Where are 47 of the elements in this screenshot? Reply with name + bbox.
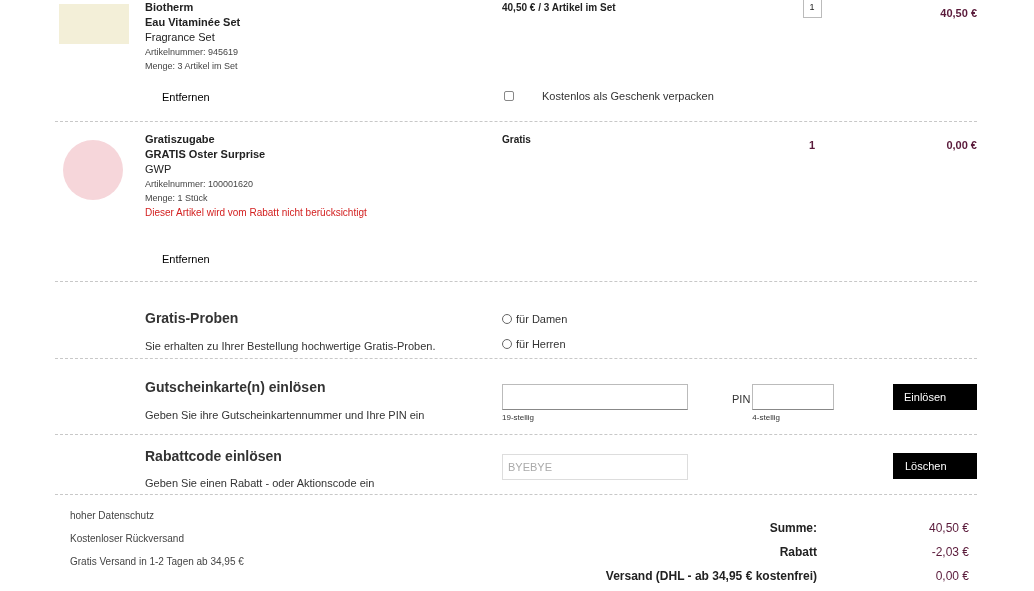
quantity-info: Menge: 3 Artikel im Set bbox=[145, 60, 239, 73]
total-value: -2,03 € bbox=[930, 544, 969, 561]
article-number: Artikelnummer: 100001620 bbox=[145, 178, 255, 191]
quantity-value: 1 bbox=[808, 138, 816, 153]
redeem-button[interactable]: Einlösen bbox=[893, 384, 977, 410]
section-title: Gutscheinkarte(n) einlösen bbox=[145, 378, 327, 397]
pin-label: PIN bbox=[732, 392, 751, 407]
product-name: Eau Vitaminée Set bbox=[145, 15, 242, 30]
brand-name: Gratiszugabe bbox=[145, 132, 216, 147]
total-value: 40,50 € bbox=[927, 520, 969, 537]
section-description: Sie erhalten zu Ihrer Bestellung hochwertige Gratis-Proben. bbox=[145, 339, 437, 354]
voucher-number-field[interactable] bbox=[502, 384, 688, 410]
unit-price: 40,50 € / 3 Artikel im Set bbox=[502, 1, 617, 15]
total-value: 0,00 € bbox=[934, 568, 969, 585]
line-total: 40,50 € bbox=[940, 7, 977, 19]
delete-button[interactable]: Löschen bbox=[893, 453, 977, 479]
benefit-text: Gratis Versand in 1-2 Tagen ab 34,95 € bbox=[70, 555, 245, 569]
article-number: Artikelnummer: 945619 bbox=[145, 46, 240, 59]
notice-text: Dieser Artikel wird vom Rabatt nicht berücksichtigt bbox=[145, 206, 368, 220]
benefit-text: hoher Datenschutz bbox=[70, 509, 155, 523]
gift-wrap-checkbox[interactable] bbox=[504, 90, 514, 101]
quantity-field[interactable]: 1 bbox=[802, 0, 822, 18]
section-title: Rabattcode einlösen bbox=[145, 447, 283, 466]
product-photo-placeholder bbox=[59, 4, 129, 44]
line-total: 0,00 € bbox=[946, 138, 977, 153]
product-type: GWP bbox=[145, 162, 173, 177]
field-hint: 4-stellig bbox=[752, 412, 781, 424]
pin-field[interactable] bbox=[752, 384, 835, 410]
remove-link[interactable]: Entfernen bbox=[162, 250, 210, 267]
unit-price: Gratis bbox=[502, 133, 532, 147]
total-label: Versand (DHL - ab 34,95 € kostenfrei) bbox=[605, 568, 817, 585]
remove-link[interactable]: Entfernen bbox=[162, 88, 210, 105]
radio-label: für Herren bbox=[516, 336, 566, 352]
section-description: Geben Sie einen Rabatt - oder Aktionscode ein bbox=[145, 476, 376, 491]
total-label: Summe: bbox=[769, 520, 817, 537]
radio-label: für Damen bbox=[516, 312, 568, 327]
brand-name: Biotherm bbox=[145, 0, 195, 15]
product-badge-image bbox=[63, 140, 123, 200]
quantity-info: Menge: 1 Stück bbox=[145, 192, 209, 205]
gift-wrap-label: Kostenlos als Geschenk verpacken bbox=[542, 88, 714, 104]
field-hint: 19-stellig bbox=[502, 412, 535, 424]
benefit-text: Kostenloser Rückversand bbox=[70, 532, 185, 546]
section-title: Gratis-Proben bbox=[145, 309, 240, 328]
section-description: Geben Sie ihre Gutscheinkartennummer und Ihre PIN ein bbox=[145, 408, 426, 423]
product-type: Fragrance Set bbox=[145, 30, 216, 45]
total-label: Rabatt bbox=[779, 544, 817, 561]
product-name: GRATIS Oster Surprise bbox=[145, 147, 267, 162]
